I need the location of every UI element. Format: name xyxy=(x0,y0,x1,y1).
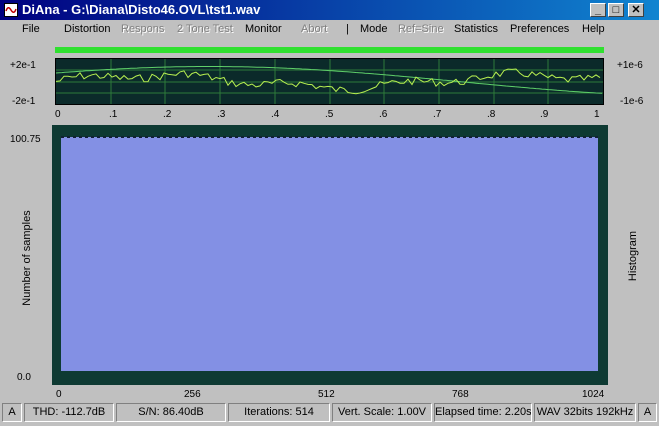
menu-mode[interactable]: Mode xyxy=(360,23,388,35)
scope-right-top-label: +1e-6 xyxy=(617,60,643,71)
menu-preferences[interactable]: Preferences xyxy=(510,23,569,35)
menu-help[interactable]: Help xyxy=(582,23,605,35)
menu-abort[interactable]: Abort xyxy=(301,23,327,35)
status-wav-format: WAV 32bits 192kHz xyxy=(534,403,636,422)
scope-x-tick: .9 xyxy=(540,109,549,120)
status-left-a: A xyxy=(2,403,22,422)
status-elapsed-time: Elapsed time: 2.20s xyxy=(434,403,532,422)
scope-x-tick: .5 xyxy=(325,109,334,120)
scope-x-tick: .2 xyxy=(163,109,172,120)
scope-x-tick: .7 xyxy=(433,109,442,120)
scope-x-tick: .1 xyxy=(109,109,118,120)
menu-two-tone-test[interactable]: 2 Tone Test xyxy=(177,23,233,35)
scope-x-tick: .3 xyxy=(217,109,226,120)
histogram-y-axis-title: Number of samples xyxy=(21,210,33,306)
menu-monitor[interactable]: Monitor xyxy=(245,23,282,35)
histogram-x-tick: 1024 xyxy=(582,389,605,400)
histogram-plot xyxy=(61,136,598,371)
menu-file[interactable]: File xyxy=(22,23,40,35)
histogram-x-tick: 256 xyxy=(184,389,201,400)
scope-reference-trace xyxy=(56,66,603,94)
scope-x-tick: 1 xyxy=(594,109,600,120)
menu-ref-sine[interactable]: Ref=Sine xyxy=(398,23,444,35)
menu-respons[interactable]: Respons xyxy=(121,23,164,35)
menu-distortion[interactable]: Distortion xyxy=(64,23,110,35)
menu-separator: | xyxy=(346,23,349,35)
app-icon[interactable] xyxy=(4,3,18,17)
histogram-x-tick: 768 xyxy=(452,389,469,400)
status-right-a: A xyxy=(638,403,657,422)
level-bar xyxy=(55,47,604,53)
scope-right-bottom-label: -1e-6 xyxy=(620,96,644,107)
close-button[interactable]: ✕ xyxy=(628,3,644,17)
status-sn: S/N: 86.40dB xyxy=(116,403,226,422)
waveform-plot xyxy=(56,59,603,104)
waveform-scope[interactable] xyxy=(55,58,604,105)
status-thd: THD: -112.7dB xyxy=(24,403,114,422)
scope-x-tick: 0 xyxy=(55,109,61,120)
histogram-panel[interactable] xyxy=(52,125,608,385)
histogram-y-min-label: 0.0 xyxy=(17,372,31,383)
menu-statistics[interactable]: Statistics xyxy=(454,23,498,35)
status-iterations: Iterations: 514 xyxy=(228,403,330,422)
minimize-button[interactable]: _ xyxy=(590,3,606,17)
histogram-fill xyxy=(61,137,598,371)
scope-signal-trace xyxy=(56,68,601,95)
histogram-x-tick: 512 xyxy=(318,389,335,400)
scope-x-tick: .8 xyxy=(487,109,496,120)
scope-x-tick: .6 xyxy=(379,109,388,120)
status-vert-scale: Vert. Scale: 1.00V xyxy=(332,403,432,422)
histogram-y-max-label: 100.75 xyxy=(10,134,41,145)
scope-x-tick: .4 xyxy=(271,109,280,120)
histogram-x-tick: 0 xyxy=(56,389,62,400)
maximize-button[interactable]: □ xyxy=(608,3,624,17)
scope-left-bottom-label: -2e-1 xyxy=(12,96,36,107)
scope-left-top-label: +2e-1 xyxy=(10,60,36,71)
window-title: DiAna - G:\Diana\Disto46.OVL\tst1.wav xyxy=(22,2,261,17)
histogram-right-title: Histogram xyxy=(627,230,639,282)
